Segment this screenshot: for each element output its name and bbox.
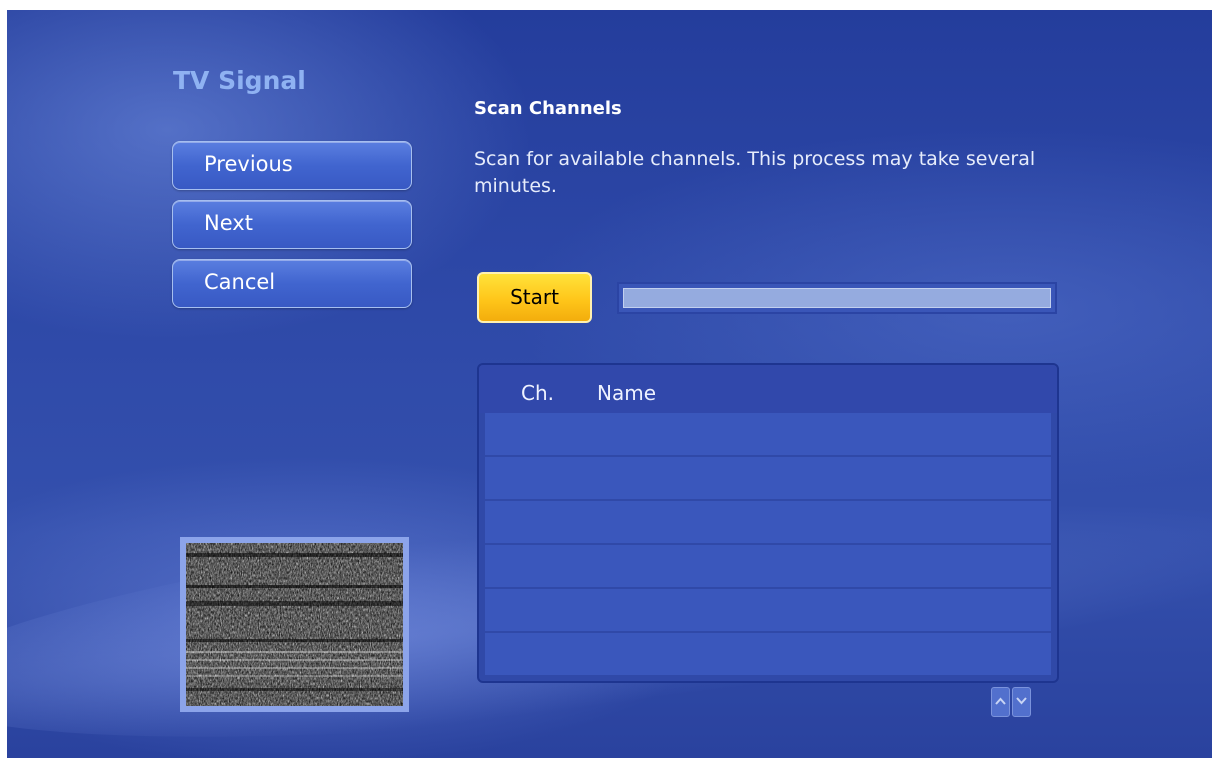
description-text: Scan for available channels. This proces… — [474, 148, 1036, 197]
page-title: TV Signal — [173, 66, 306, 95]
start-button[interactable]: Start — [477, 272, 592, 323]
scroll-up-button[interactable] — [991, 687, 1010, 717]
scroll-down-button[interactable] — [1012, 687, 1031, 717]
column-header-name: Name — [597, 381, 657, 405]
list-row-empty[interactable] — [485, 413, 1051, 455]
static-noise-icon — [186, 543, 403, 706]
chevron-up-icon — [995, 697, 1006, 705]
cancel-button[interactable]: Cancel — [172, 259, 412, 308]
scan-progress-fill — [623, 288, 1051, 308]
list-row-empty[interactable] — [485, 457, 1051, 499]
media-center-screen: TV Signal Previous Next Cancel Scan Chan… — [7, 10, 1212, 758]
list-scroll-buttons — [991, 687, 1031, 717]
list-row-empty[interactable] — [485, 545, 1051, 587]
tv-preview — [180, 537, 409, 712]
channel-list-rows — [485, 413, 1051, 677]
channel-list[interactable]: Ch. Name — [477, 363, 1059, 683]
chevron-down-icon — [1016, 697, 1027, 705]
list-row-empty[interactable] — [485, 589, 1051, 631]
next-button[interactable]: Next — [172, 200, 412, 249]
list-row-empty[interactable] — [485, 633, 1051, 675]
column-header-channel: Ch. — [521, 381, 554, 405]
channel-list-header: Ch. Name — [479, 365, 1057, 413]
list-row-empty[interactable] — [485, 501, 1051, 543]
section-title: Scan Channels — [474, 98, 622, 119]
scan-progress-bar — [617, 282, 1057, 314]
previous-button[interactable]: Previous — [172, 141, 412, 190]
